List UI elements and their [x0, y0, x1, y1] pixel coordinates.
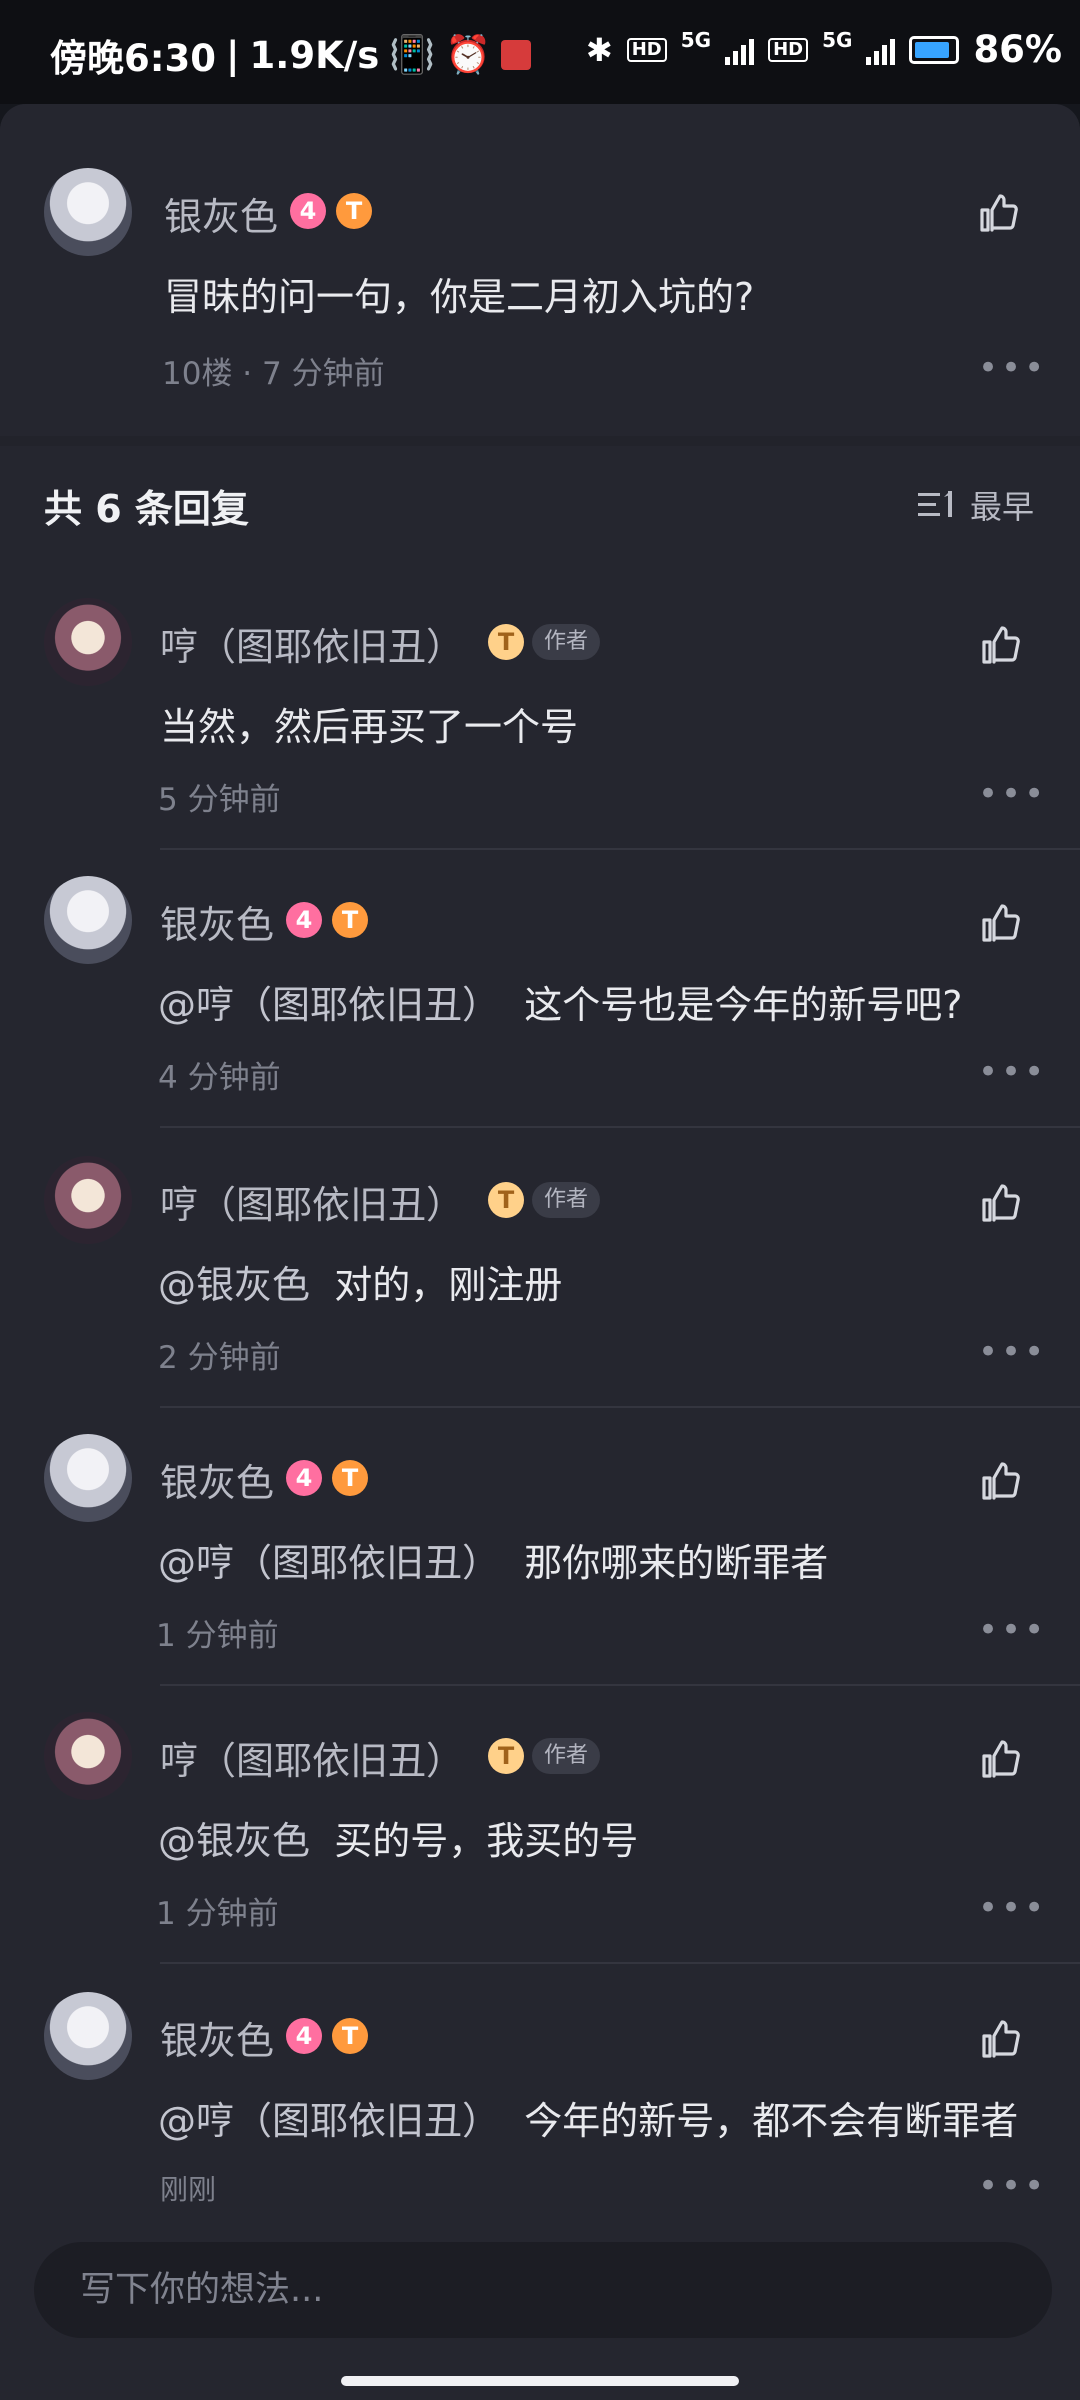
status-time: 傍晚6:30 — [50, 37, 217, 80]
reply-author[interactable]: 哼（图耶依旧丑） — [160, 1730, 464, 1785]
reply-text: @银灰色 对的，刚注册 — [158, 1263, 563, 1307]
author-tag: 作者 — [532, 624, 601, 660]
reply-text: @银灰色 买的号，我买的号 — [158, 1819, 639, 1863]
avatar[interactable] — [44, 1712, 132, 1800]
status-bar: 傍晚6:30 | 1.9K/s 📳 ⏰ ✱ HD 5G HD 5G 86% — [0, 0, 1080, 104]
reply-author[interactable]: 银灰色 — [160, 2010, 274, 2065]
title-badge: T — [336, 193, 372, 229]
divider — [160, 1406, 1080, 1408]
like-icon[interactable] — [976, 2016, 1024, 2064]
mention-link[interactable]: @哼（图耶依旧丑） — [158, 983, 500, 1027]
battery-icon — [909, 35, 960, 64]
more-icon[interactable]: ••• — [978, 1891, 1047, 1925]
avatar[interactable] — [44, 1156, 132, 1244]
battery-level: 86% — [973, 28, 1062, 71]
level-badge: 4 — [290, 193, 326, 229]
reply-time: 1 分钟前 — [156, 1618, 279, 1654]
avatar[interactable] — [44, 598, 132, 686]
network-5g-label-2: 5G — [822, 28, 853, 52]
like-icon[interactable] — [976, 900, 1024, 948]
author-tag: 作者 — [532, 1182, 601, 1218]
reply-author[interactable]: 哼（图耶依旧丑） — [160, 616, 464, 671]
hd-icon-2: HD — [768, 37, 809, 62]
comment-sheet: 银灰色 4 T 冒昧的问一句，你是二月初入坑的? 10楼 · 7 分钟前 •••… — [0, 104, 1080, 2400]
avatar[interactable] — [44, 1992, 132, 2080]
network-speed: 1.9K/s — [249, 33, 380, 77]
comment-meta: 10楼 · 7 分钟前 — [162, 356, 385, 392]
title-badge: T — [332, 2018, 368, 2054]
like-icon[interactable] — [974, 190, 1022, 238]
avatar[interactable] — [44, 1434, 132, 1522]
mention-link[interactable]: @银灰色 — [158, 1263, 310, 1307]
like-icon[interactable] — [976, 1736, 1024, 1784]
more-icon[interactable]: ••• — [978, 777, 1047, 811]
mention-link[interactable]: @哼（图耶依旧丑） — [158, 2099, 500, 2143]
reply-time: 2 分钟前 — [158, 1340, 281, 1376]
like-icon[interactable] — [976, 622, 1024, 670]
avatar[interactable] — [44, 876, 132, 964]
like-icon[interactable] — [976, 1458, 1024, 1506]
section-divider — [0, 436, 1080, 446]
author-tag: 作者 — [532, 1738, 601, 1774]
more-icon[interactable]: ••• — [978, 351, 1047, 385]
sort-icon — [917, 491, 952, 517]
comment-input-bar: 写下你的想法... — [0, 2210, 1080, 2400]
title-badge: T — [488, 624, 524, 660]
main-comment: 银灰色 4 T 冒昧的问一句，你是二月初入坑的? 10楼 · 7 分钟前 ••• — [0, 104, 1080, 436]
comment-author[interactable]: 银灰色 — [164, 186, 278, 241]
title-badge: T — [332, 902, 368, 938]
title-badge: T — [488, 1182, 524, 1218]
sort-label: 最早 — [969, 488, 1034, 526]
reply-text: @哼（图耶依旧丑） 今年的新号，都不会有断罪者 — [158, 2099, 1019, 2143]
signal-icon — [725, 35, 755, 65]
reply-time: 4 分钟前 — [158, 1060, 281, 1096]
more-icon[interactable]: ••• — [978, 1335, 1047, 1369]
reply-author[interactable]: 哼（图耶依旧丑） — [160, 1174, 464, 1229]
avatar[interactable] — [44, 168, 132, 256]
replies-count-title: 共 6 条回复 — [44, 487, 249, 531]
divider — [160, 1126, 1080, 1128]
reply-time: 5 分钟前 — [158, 782, 281, 818]
divider — [160, 848, 1080, 850]
reply-time: 1 分钟前 — [156, 1896, 279, 1932]
reply-time: 刚刚 — [160, 2173, 217, 2206]
level-badge: 4 — [286, 2018, 322, 2054]
reply-text: 当然，然后再买了一个号 — [160, 705, 579, 749]
divider — [160, 1962, 1080, 1964]
title-badge: T — [488, 1738, 524, 1774]
home-indicator[interactable] — [341, 2376, 739, 2386]
comment-input[interactable]: 写下你的想法... — [34, 2242, 1052, 2338]
network-5g-label: 5G — [680, 28, 712, 52]
more-icon[interactable]: ••• — [978, 1055, 1047, 1089]
reply-author[interactable]: 银灰色 — [160, 1452, 274, 1507]
more-icon[interactable]: ••• — [978, 1613, 1047, 1647]
signal-icon-2 — [866, 35, 896, 65]
bluetooth-icon: ✱ — [585, 30, 613, 69]
more-icon[interactable]: ••• — [978, 2169, 1047, 2203]
sort-button[interactable]: 最早 — [917, 482, 1034, 528]
vibrate-icon: 📳 — [389, 33, 436, 76]
mention-link[interactable]: @哼（图耶依旧丑） — [158, 1541, 500, 1585]
reply-text: @哼（图耶依旧丑） 那你哪来的断罪者 — [158, 1541, 829, 1585]
like-icon[interactable] — [976, 1180, 1024, 1228]
level-badge: 4 — [286, 902, 322, 938]
title-badge: T — [332, 1460, 368, 1496]
reply-text: @哼（图耶依旧丑） 这个号也是今年的新号吧? — [158, 983, 963, 1027]
mention-link[interactable]: @银灰色 — [158, 1819, 310, 1863]
alarm-icon: ⏰ — [445, 33, 492, 76]
level-badge: 4 — [286, 1460, 322, 1496]
reply-author[interactable]: 银灰色 — [160, 894, 274, 949]
app-notification-icon — [501, 40, 532, 70]
comment-text: 冒昧的问一句，你是二月初入坑的? — [164, 275, 755, 319]
divider — [160, 1684, 1080, 1686]
hd-icon: HD — [626, 37, 667, 62]
